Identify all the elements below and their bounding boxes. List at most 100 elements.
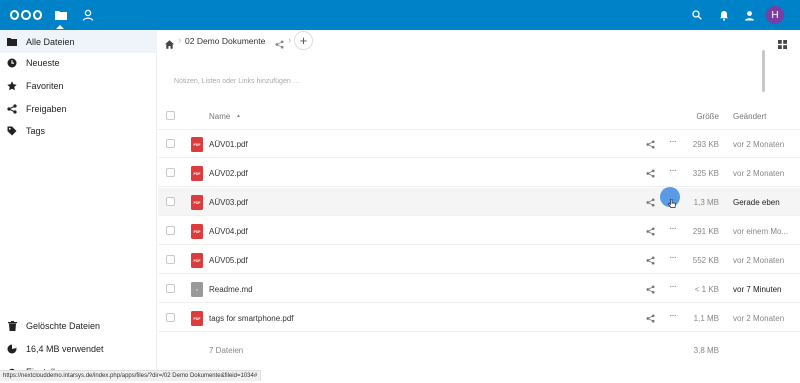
user-avatar[interactable]: H: [766, 6, 784, 24]
share-icon[interactable]: [646, 169, 655, 178]
text-file-icon: ≡: [191, 282, 203, 297]
more-actions-icon[interactable]: ···: [669, 165, 677, 176]
share-icon[interactable]: [646, 314, 655, 323]
new-file-button[interactable]: +: [294, 31, 313, 50]
sidebar-item-label: Freigaben: [26, 103, 67, 114]
row-checkbox[interactable]: [166, 197, 175, 206]
clock-icon: [7, 58, 17, 68]
row-checkbox[interactable]: [166, 313, 175, 322]
table-row[interactable]: PDF tags for smartphone.pdf ··· 1,1 MB vor 2…: [158, 304, 800, 332]
select-all-checkbox[interactable]: [166, 111, 175, 120]
more-actions-icon[interactable]: ···: [669, 136, 677, 147]
sidebar-item-tags[interactable]: Tags: [0, 119, 157, 142]
share-icon[interactable]: [646, 198, 655, 207]
breadcrumb-separator: ›: [288, 35, 292, 46]
file-size: 552 KB: [692, 256, 719, 265]
file-modified: vor 7 Minuten: [733, 285, 782, 294]
file-modified: vor 2 Monaten: [733, 314, 785, 323]
file-name[interactable]: AÜV04.pdf: [209, 227, 248, 236]
scrollbar[interactable]: [762, 50, 765, 92]
column-size[interactable]: Größe: [678, 112, 719, 121]
row-checkbox[interactable]: [166, 168, 175, 177]
file-size: 291 KB: [692, 227, 719, 236]
file-name[interactable]: AÜV01.pdf: [209, 140, 248, 149]
contacts-menu-icon[interactable]: [742, 8, 756, 22]
file-list-area: › 02 Demo Dokumente › + Notizen, Listen …: [158, 30, 800, 381]
sidebar-item-label: Tags: [26, 125, 46, 136]
table-row[interactable]: ≡ Readme.md ··· < 1 KB vor 7 Minuten: [158, 275, 800, 303]
table-row[interactable]: PDFAÜV03.pdf···1,3 MBGerade eben: [158, 188, 800, 216]
row-checkbox[interactable]: [166, 284, 175, 293]
table-header: Name ▲ Größe Geändert: [158, 102, 800, 130]
table-row[interactable]: PDF AÜV01.pdf ··· 293 KB vor 2 Monaten: [158, 130, 800, 158]
row-checkbox[interactable]: [166, 139, 175, 148]
pdf-file-icon: PDF: [191, 311, 203, 326]
sidebar-quota[interactable]: 16,4 MB verwendet: [0, 337, 157, 360]
pdf-file-icon: PDF: [191, 166, 203, 181]
column-modified[interactable]: Geändert: [733, 112, 766, 121]
more-actions-icon[interactable]: ···: [669, 252, 677, 263]
breadcrumb-separator: ›: [178, 35, 182, 46]
file-name[interactable]: AÜV02.pdf: [209, 169, 248, 178]
table-row[interactable]: PDF AÜV04.pdf ··· 291 KB vor einem Mo...: [158, 217, 800, 245]
sidebar-item-label: Alle Dateien: [26, 36, 75, 47]
sort-arrow-icon: ▲: [236, 113, 241, 119]
file-modified: Gerade eben: [733, 198, 780, 207]
file-modified: vor 2 Monaten: [733, 169, 785, 178]
pdf-file-icon: PDF: [191, 253, 203, 268]
breadcrumb-current-folder[interactable]: 02 Demo Dokumente: [185, 36, 265, 46]
sidebar-item-deleted-files[interactable]: Gelöschte Dateien: [0, 314, 157, 337]
share-icon[interactable]: [646, 227, 655, 236]
trash-icon: [7, 320, 17, 331]
top-header: H: [0, 0, 800, 30]
file-name[interactable]: tags for smartphone.pdf: [209, 314, 294, 323]
nextcloud-logo[interactable]: [10, 9, 42, 21]
breadcrumb: › 02 Demo Dokumente › +: [158, 30, 800, 52]
sidebar-item-recent[interactable]: Neueste: [0, 51, 157, 74]
total-size: 3,8 MB: [693, 346, 719, 355]
active-app-marker: [56, 25, 64, 29]
more-actions-icon[interactable]: ···: [669, 310, 677, 321]
file-count: 7 Dateien: [209, 346, 244, 355]
search-icon[interactable]: [690, 8, 704, 22]
more-actions-icon[interactable]: ···: [669, 281, 677, 292]
sidebar: Alle Dateien Neueste Favoriten Freigaben…: [0, 30, 157, 381]
row-checkbox[interactable]: [166, 226, 175, 235]
file-size: 325 KB: [692, 169, 719, 178]
folder-notes-input[interactable]: Notizen, Listen oder Links hinzufügen …: [174, 78, 300, 85]
share-icon[interactable]: [646, 140, 655, 149]
pdf-file-icon: PDF: [191, 195, 203, 210]
grid-view-icon[interactable]: [778, 36, 787, 49]
notifications-icon[interactable]: [717, 8, 731, 22]
files-app-icon[interactable]: [54, 8, 68, 22]
sidebar-item-shares[interactable]: Freigaben: [0, 97, 157, 120]
table-row[interactable]: PDF AÜV02.pdf ··· 325 KB vor 2 Monaten: [158, 159, 800, 187]
sidebar-item-label: 16,4 MB verwendet: [26, 343, 104, 354]
sidebar-item-label: Neueste: [26, 57, 60, 68]
file-modified: vor 2 Monaten: [733, 256, 785, 265]
file-name[interactable]: AÜV05.pdf: [209, 256, 248, 265]
home-icon[interactable]: [165, 36, 174, 49]
browser-status-url: https://nextclouddemo.intarsys.de/index.…: [0, 370, 262, 381]
share-icon[interactable]: [646, 256, 655, 265]
column-name[interactable]: Name: [209, 112, 230, 121]
row-checkbox[interactable]: [166, 255, 175, 264]
sidebar-item-label: Gelöschte Dateien: [26, 320, 101, 331]
file-modified: vor 2 Monaten: [733, 140, 785, 149]
pdf-file-icon: PDF: [191, 224, 203, 239]
file-size: 293 KB: [692, 140, 719, 149]
more-actions-icon[interactable]: ···: [669, 223, 677, 234]
file-modified: vor einem Mo...: [733, 227, 789, 236]
sidebar-item-all-files[interactable]: Alle Dateien: [0, 30, 157, 53]
contacts-app-icon[interactable]: [81, 8, 95, 22]
table-summary: 7 Dateien 3,8 MB: [158, 336, 800, 364]
file-size: < 1 KB: [694, 285, 719, 294]
share-icon[interactable]: [275, 36, 284, 49]
share-icon[interactable]: [646, 285, 655, 294]
file-name[interactable]: Readme.md: [209, 285, 253, 294]
pdf-file-icon: PDF: [191, 137, 203, 152]
sidebar-item-favorites[interactable]: Favoriten: [0, 74, 157, 97]
hand-cursor-icon: [668, 196, 676, 208]
table-row[interactable]: PDF AÜV05.pdf ··· 552 KB vor 2 Monaten: [158, 246, 800, 274]
file-name[interactable]: AÜV03.pdf: [209, 198, 248, 207]
